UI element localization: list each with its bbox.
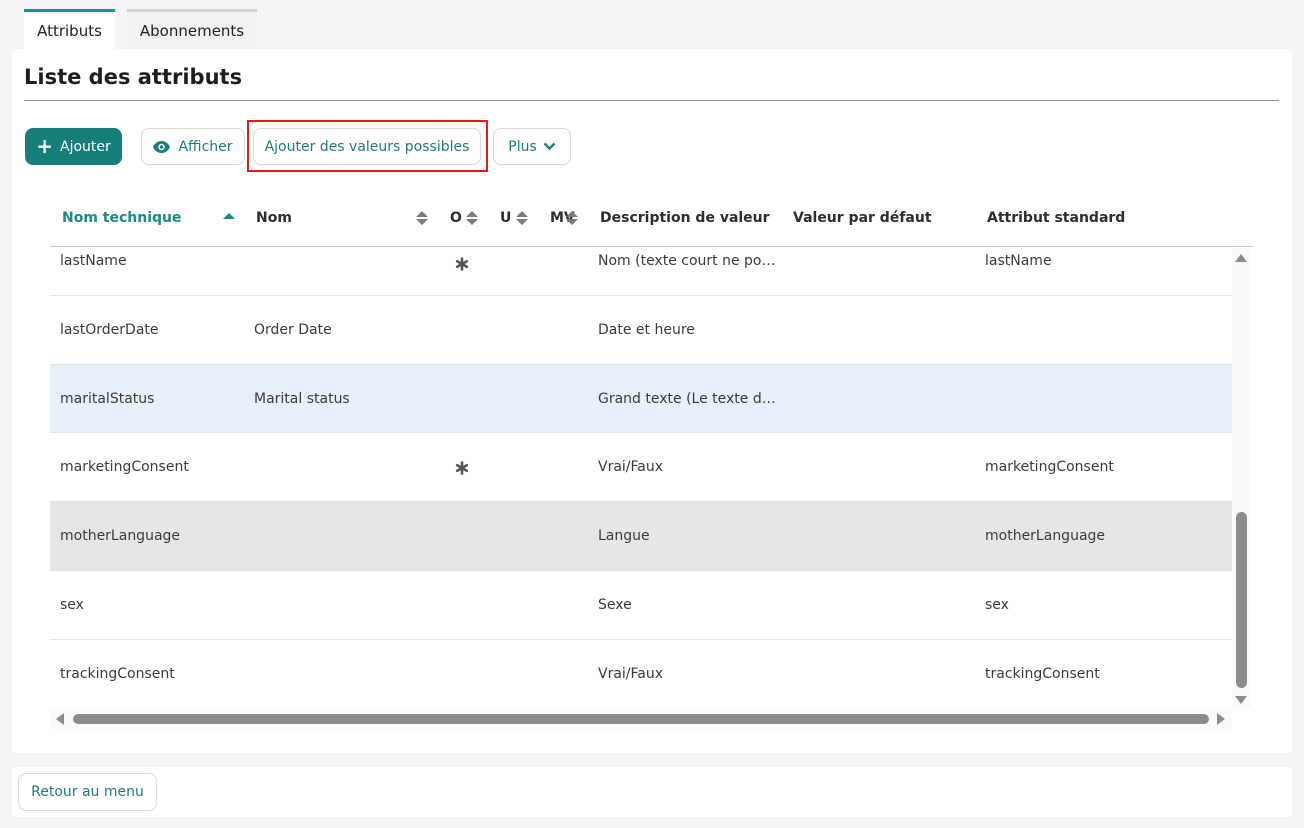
sort-icon[interactable] <box>416 210 428 226</box>
sort-icon[interactable] <box>466 210 478 226</box>
table-row[interactable]: marketingConsent Vrai/Faux marketingConsen… <box>50 433 1232 502</box>
table-header: Nom technique Nom O U MV Description de … <box>50 189 1253 247</box>
cell-value-description: Grand texte (Le texte d… <box>598 390 776 407</box>
table-row[interactable]: motherLanguage Langue motherLanguage <box>50 502 1232 571</box>
show-button-label: Afficher <box>178 138 233 155</box>
column-header-name[interactable]: Nom <box>256 189 292 247</box>
horizontal-scroll-thumb[interactable] <box>73 714 1209 724</box>
table-row[interactable]: trackingConsent Vrai/Faux trackingConsent <box>50 640 1232 703</box>
table-row[interactable]: sex Sexe sex <box>50 571 1232 640</box>
table-row[interactable]: lastName Nom (texte court ne po… lastName <box>50 247 1232 296</box>
sort-icon[interactable] <box>516 210 528 226</box>
show-button[interactable]: Afficher <box>141 128 245 165</box>
column-header-value-description[interactable]: Description de valeur <box>600 189 770 247</box>
cell-technical-name: maritalStatus <box>60 390 155 407</box>
tab-abonnements[interactable]: Abonnements <box>127 9 257 49</box>
cell-technical-name: lastOrderDate <box>60 322 159 338</box>
column-header-default-value[interactable]: Valeur par défaut <box>793 189 932 247</box>
tab-attributs[interactable]: Attributs <box>24 9 115 49</box>
cell-value-description: Date et heure <box>598 322 695 338</box>
add-button-label: Ajouter <box>60 138 111 155</box>
more-button-label: Plus <box>508 138 537 155</box>
cell-technical-name: motherLanguage <box>60 528 181 544</box>
column-header-u[interactable]: U <box>500 189 511 247</box>
required-asterisk-icon <box>455 460 469 475</box>
eye-icon <box>153 140 171 153</box>
cell-standard-attribute: motherLanguage <box>985 528 1106 544</box>
plus-icon: + <box>36 133 53 158</box>
table-row[interactable]: maritalStatus Marital status Grand texte (… <box>50 365 1232 433</box>
vertical-scroll-thumb[interactable] <box>1236 512 1247 688</box>
cell-standard-attribute: trackingConsent <box>985 666 1100 682</box>
sort-icon[interactable] <box>566 210 578 226</box>
required-asterisk-icon <box>455 256 469 271</box>
scroll-down-arrow[interactable] <box>1235 696 1247 704</box>
more-dropdown-button[interactable]: Plus <box>493 128 571 165</box>
scroll-up-arrow[interactable] <box>1235 254 1247 262</box>
title-divider <box>24 100 1279 101</box>
footer-bar: Retour au menu <box>12 767 1292 817</box>
cell-name: Order Date <box>254 322 332 338</box>
cell-name: Marital status <box>254 390 350 407</box>
cell-technical-name: sex <box>60 597 84 613</box>
back-to-menu-button[interactable]: Retour au menu <box>18 773 157 811</box>
page-title: Liste des attributs <box>24 65 243 89</box>
column-header-o[interactable]: O <box>450 189 462 247</box>
cell-standard-attribute: marketingConsent <box>985 459 1114 475</box>
highlight-box <box>247 120 488 172</box>
cell-value-description: Langue <box>598 528 650 544</box>
column-header-standard-attribute[interactable]: Attribut standard <box>987 189 1125 247</box>
chevron-down-icon <box>543 142 556 151</box>
add-button[interactable]: + Ajouter <box>25 128 122 165</box>
cell-value-description: Nom (texte court ne po… <box>598 253 776 269</box>
cell-value-description: Vrai/Faux <box>598 666 664 682</box>
sort-ascending-icon[interactable] <box>223 212 235 220</box>
table-row[interactable]: lastOrderDate Order Date Date et heure <box>50 296 1232 365</box>
cell-value-description: Vrai/Faux <box>598 459 664 475</box>
main-panel: Liste des attributs + Ajouter Afficher A… <box>12 49 1292 753</box>
cell-technical-name: marketingConsent <box>60 459 189 475</box>
cell-standard-attribute: sex <box>985 597 1009 613</box>
column-header-technical-name[interactable]: Nom technique <box>62 189 182 247</box>
scroll-right-arrow[interactable] <box>1217 713 1225 725</box>
scroll-left-arrow[interactable] <box>56 713 64 725</box>
table-body: lastName Nom (texte court ne po… lastName l… <box>50 247 1232 703</box>
cell-technical-name: lastName <box>60 253 127 269</box>
cell-standard-attribute: lastName <box>985 253 1052 269</box>
cell-technical-name: trackingConsent <box>60 666 175 682</box>
cell-value-description: Sexe <box>598 597 632 613</box>
